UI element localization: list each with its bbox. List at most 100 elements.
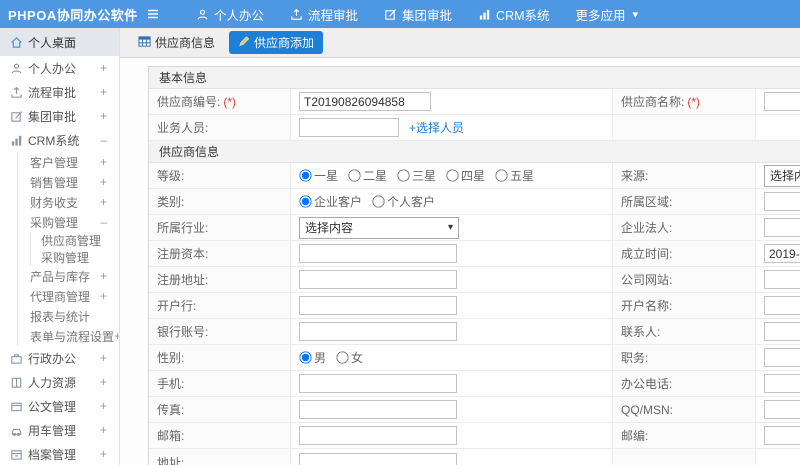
founded-input[interactable] <box>764 244 800 263</box>
pencil-icon <box>238 35 250 50</box>
email-input[interactable] <box>299 426 457 445</box>
sidebar-item-crm-system[interactable]: CRM系统 – <box>0 128 119 152</box>
bank-account-input[interactable] <box>299 322 457 341</box>
form-row: 传真: QQ/MSN: <box>149 397 800 423</box>
reg-address-input[interactable] <box>299 270 457 289</box>
gender-radio-1[interactable] <box>336 351 349 364</box>
supplier-name-input[interactable] <box>764 92 800 111</box>
fax-label: 传真: <box>149 397 291 422</box>
topbar: PHPOA协同办公软件 个人办公 流程审批 集团审批 CRM系统 更多应用 ▾ <box>0 0 800 28</box>
level-radio-group: 一星 二星 三星 四星 五星 <box>299 167 540 184</box>
staff-input[interactable] <box>299 118 399 137</box>
form-row: 邮箱: 邮编: <box>149 423 800 449</box>
industry-select[interactable]: 选择内容 ▾ <box>299 216 459 239</box>
section-supplier-info: 供应商信息 <box>149 141 800 163</box>
caret-down-icon: ▾ <box>632 8 639 21</box>
category-radio-0[interactable] <box>299 195 312 208</box>
sidebar-item-form-flow-settings[interactable]: 表单与流程设置 + <box>18 326 119 346</box>
sidebar-item-document-mgmt[interactable]: 公文管理 + <box>0 394 119 418</box>
hamburger-menu-icon[interactable] <box>138 7 168 21</box>
form-row: 供应商编号:(*) 供应商名称:(*) <box>149 89 800 115</box>
office-phone-label: 办公电话: <box>613 371 756 396</box>
topnav-personal-office[interactable]: 个人办公 <box>196 5 264 24</box>
address-input[interactable] <box>299 452 457 465</box>
account-name-input[interactable] <box>764 296 800 315</box>
choose-staff-link[interactable]: +选择人员 <box>409 119 464 136</box>
staff-label: 业务人员: <box>149 115 291 140</box>
sidebar-item-purchase-mgmt[interactable]: 采购管理 – <box>18 212 119 232</box>
bank-label: 开户行: <box>149 293 291 318</box>
bank-input[interactable] <box>299 296 457 315</box>
sidebar-item-admin-office[interactable]: 行政办公 + <box>0 346 119 370</box>
briefcase-icon <box>10 352 28 365</box>
website-input[interactable] <box>764 270 800 289</box>
sidebar-item-group-approval[interactable]: 集团审批 + <box>0 104 119 128</box>
topnav: 个人办公 流程审批 集团审批 CRM系统 更多应用 ▾ <box>196 5 638 24</box>
form-row: 开户行: 开户名称: <box>149 293 800 319</box>
job-title-input[interactable] <box>764 348 800 367</box>
mobile-input[interactable] <box>299 374 457 393</box>
capital-label: 注册资本: <box>149 241 291 266</box>
sidebar-item-personal-desktop[interactable]: 个人桌面 <box>0 28 119 56</box>
workflow-icon <box>290 8 303 21</box>
level-radio-0[interactable] <box>299 169 312 182</box>
level-radio-2[interactable] <box>397 169 410 182</box>
contact-input[interactable] <box>764 322 800 341</box>
chart-icon <box>478 8 491 21</box>
level-radio-3[interactable] <box>446 169 459 182</box>
sidebar-item-vehicle-mgmt[interactable]: 用车管理 + <box>0 418 119 442</box>
topnav-more-apps[interactable]: 更多应用 ▾ <box>576 5 639 24</box>
edit-icon <box>10 110 28 123</box>
sidebar-item-archive-mgmt[interactable]: 档案管理 + <box>0 442 119 465</box>
region-input[interactable] <box>764 192 800 211</box>
founded-label: 成立时间: <box>613 241 756 266</box>
form-row: 地址: <box>149 449 800 465</box>
sidebar-item-agent-mgmt[interactable]: 代理商管理 + <box>18 286 119 306</box>
qq-msn-input[interactable] <box>764 400 800 419</box>
sidebar-item-reports-stats[interactable]: 报表与统计 <box>18 306 119 326</box>
content-area: 基本信息 供应商编号:(*) 供应商名称:(*) <box>120 58 800 465</box>
sidebar-item-workflow-approval[interactable]: 流程审批 + <box>0 80 119 104</box>
select-arrow-icon: ▾ <box>447 222 453 233</box>
app-window: PHPOA协同办公软件 个人办公 流程审批 集团审批 CRM系统 更多应用 ▾ … <box>0 0 800 465</box>
sidebar-item-supplier-mgmt[interactable]: 供应商管理 <box>31 232 119 249</box>
zip-input[interactable] <box>764 426 800 445</box>
industry-label: 所属行业: <box>149 215 291 240</box>
fax-input[interactable] <box>299 400 457 419</box>
home-icon <box>10 36 28 49</box>
email-label: 邮箱: <box>149 423 291 448</box>
level-radio-4[interactable] <box>495 169 508 182</box>
topnav-crm-system[interactable]: CRM系统 <box>478 5 550 24</box>
tab-supplier-add[interactable]: 供应商添加 <box>229 31 324 54</box>
topnav-group-approval[interactable]: 集团审批 <box>384 5 452 24</box>
gender-radio-0[interactable] <box>299 351 312 364</box>
zip-label: 邮编: <box>613 423 756 448</box>
sidebar-item-personal-office[interactable]: 个人办公 + <box>0 56 119 80</box>
sidebar-item-customer-mgmt[interactable]: 客户管理 + <box>18 152 119 172</box>
sidebar-item-purchasing[interactable]: 采购管理 <box>31 249 119 266</box>
supplier-no-label: 供应商编号: (*) <box>149 89 291 114</box>
office-phone-input[interactable] <box>764 374 800 393</box>
category-radio-group: 企业客户 个人客户 <box>299 193 441 210</box>
gender-radio-group: 男 女 <box>299 349 369 366</box>
legal-person-input[interactable] <box>764 218 800 237</box>
website-label: 公司网站: <box>613 267 756 292</box>
tab-supplier-info[interactable]: 供应商信息 <box>132 31 221 54</box>
sidebar-item-product-inventory[interactable]: 产品与库存 + <box>18 266 119 286</box>
sidebar: 个人桌面 个人办公 + 流程审批 + 集团审批 + CRM系统 – 客户管理 +… <box>0 28 120 465</box>
chart-icon <box>10 134 28 147</box>
table-icon <box>138 35 151 51</box>
topnav-workflow-approval[interactable]: 流程审批 <box>290 5 358 24</box>
capital-input[interactable] <box>299 244 457 263</box>
sidebar-item-finance[interactable]: 财务收支 + <box>18 192 119 212</box>
sidebar-item-sales-mgmt[interactable]: 销售管理 + <box>18 172 119 192</box>
category-radio-1[interactable] <box>372 195 385 208</box>
source-select[interactable]: 选择内容▾ <box>764 164 800 187</box>
sidebar-item-hr[interactable]: 人力资源 + <box>0 370 119 394</box>
supplier-no-input[interactable] <box>299 92 431 111</box>
form-row: 注册地址: 公司网站: <box>149 267 800 293</box>
supplier-name-label: 供应商名称: (*) <box>613 89 756 114</box>
level-radio-1[interactable] <box>348 169 361 182</box>
source-label: 来源: <box>613 163 756 188</box>
contact-label: 联系人: <box>613 319 756 344</box>
